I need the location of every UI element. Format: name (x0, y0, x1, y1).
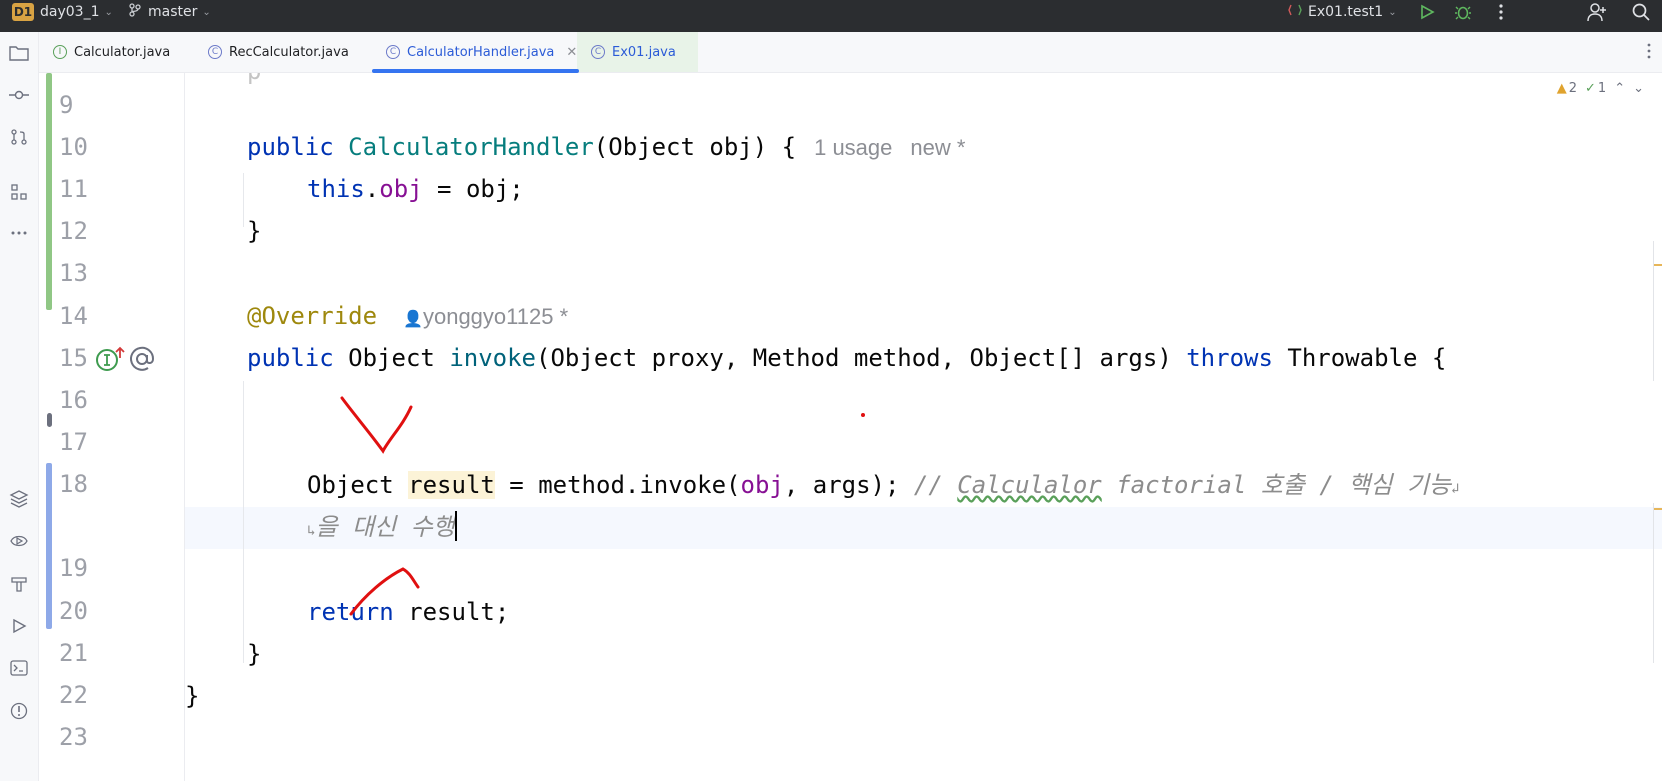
run-icon[interactable] (1416, 2, 1438, 22)
line-number: 19 (59, 554, 88, 582)
tab-calculator[interactable]: I Calculator.java (53, 32, 170, 72)
class-icon: C (208, 45, 222, 59)
project-selector[interactable]: D1 day03_1 ⌄ (12, 0, 113, 24)
line-number: 16 (59, 386, 88, 414)
more-actions-icon[interactable] (1490, 2, 1512, 22)
run-config-icon (1288, 3, 1302, 21)
line-number: 18 (59, 470, 88, 498)
line-number: 21 (59, 639, 88, 667)
tab-rec-calculator[interactable]: C RecCalculator.java (208, 32, 349, 72)
run-config-name: Ex01.test1 (1308, 4, 1384, 20)
structure-icon[interactable] (7, 180, 31, 204)
services-icon[interactable] (7, 529, 31, 553)
line-number: 12 (59, 217, 88, 245)
branch-name: master (148, 4, 198, 20)
debug-icon[interactable] (1452, 2, 1474, 22)
tab-label: Ex01.java (612, 44, 676, 60)
tool-window-strip (0, 32, 39, 781)
class-icon: C (386, 45, 400, 59)
line-number: 11 (59, 175, 88, 203)
vcs-collapsed-marker (47, 413, 52, 427)
branch-icon (128, 3, 142, 21)
class-run-icon: C (591, 45, 605, 59)
title-bar: D1 day03_1 ⌄ master ⌄ Ex01.test1 ⌄ (0, 0, 1662, 32)
tab-label: CalculatorHandler.java (407, 44, 555, 60)
tab-label: Calculator.java (74, 44, 171, 60)
search-icon[interactable] (1630, 2, 1652, 22)
more-tools-icon[interactable] (7, 221, 31, 245)
add-user-icon[interactable] (1586, 2, 1608, 22)
vcs-change-marker (46, 73, 52, 310)
chevron-down-icon: ⌄ (104, 6, 113, 18)
checkmark-annotation (340, 396, 413, 454)
line-number: 15 (59, 344, 88, 372)
branch-selector[interactable]: master ⌄ (128, 0, 211, 24)
warning-marker[interactable] (1654, 264, 1662, 266)
pen-annotations (340, 396, 865, 616)
implements-method-icon[interactable] (95, 346, 125, 376)
line-number: 14 (59, 302, 88, 330)
pull-requests-icon[interactable] (7, 125, 31, 149)
tab-label: RecCalculator.java (229, 44, 349, 60)
dot-annotation (861, 413, 865, 417)
project-badge: D1 (12, 3, 34, 21)
layers-icon[interactable] (7, 487, 31, 511)
chevron-down-icon: ⌄ (1388, 6, 1397, 18)
tab-calculator-handler[interactable]: C CalculatorHandler.java ✕ (386, 32, 577, 72)
line-number: 22 (59, 681, 88, 709)
line-number: 23 (59, 723, 88, 751)
arrow-annotation (349, 567, 420, 616)
chevron-down-icon: ⌄ (202, 6, 211, 18)
close-icon[interactable]: ✕ (566, 45, 577, 60)
tab-ex01[interactable]: C Ex01.java (577, 32, 698, 72)
line-number: 13 (59, 259, 88, 287)
interface-icon: I (53, 45, 67, 59)
vcs-modified-marker (46, 463, 52, 629)
build-icon[interactable] (7, 572, 31, 596)
folder-icon[interactable] (7, 41, 31, 65)
problems-icon[interactable] (7, 699, 31, 723)
tab-more-icon[interactable] (1646, 43, 1652, 63)
line-number: 17 (59, 428, 88, 456)
line-number: 10 (59, 133, 88, 161)
editor-gutter: 9 10 11 12 13 14 15 16 17 18 19 20 21 22… (39, 73, 207, 781)
terminal-icon[interactable] (7, 656, 31, 680)
scrollbar-track[interactable] (1653, 241, 1654, 381)
code-editor[interactable]: p ▲ 2 ✓ 1 ⌃ ⌄ public CalculatorHandler(O… (185, 73, 1662, 781)
run-tool-icon[interactable] (7, 614, 31, 638)
line-number: 20 (59, 597, 88, 625)
scrollbar-track[interactable] (1653, 503, 1654, 663)
commit-icon[interactable] (7, 83, 31, 107)
editor-tabs: I Calculator.java C RecCalculator.java C… (39, 32, 1662, 73)
line-number: 9 (59, 91, 74, 119)
run-config-selector[interactable]: Ex01.test1 ⌄ (1288, 0, 1397, 24)
annotation-gutter-icon[interactable] (127, 345, 157, 377)
warning-marker[interactable] (1654, 508, 1662, 510)
project-name: day03_1 (40, 4, 100, 20)
